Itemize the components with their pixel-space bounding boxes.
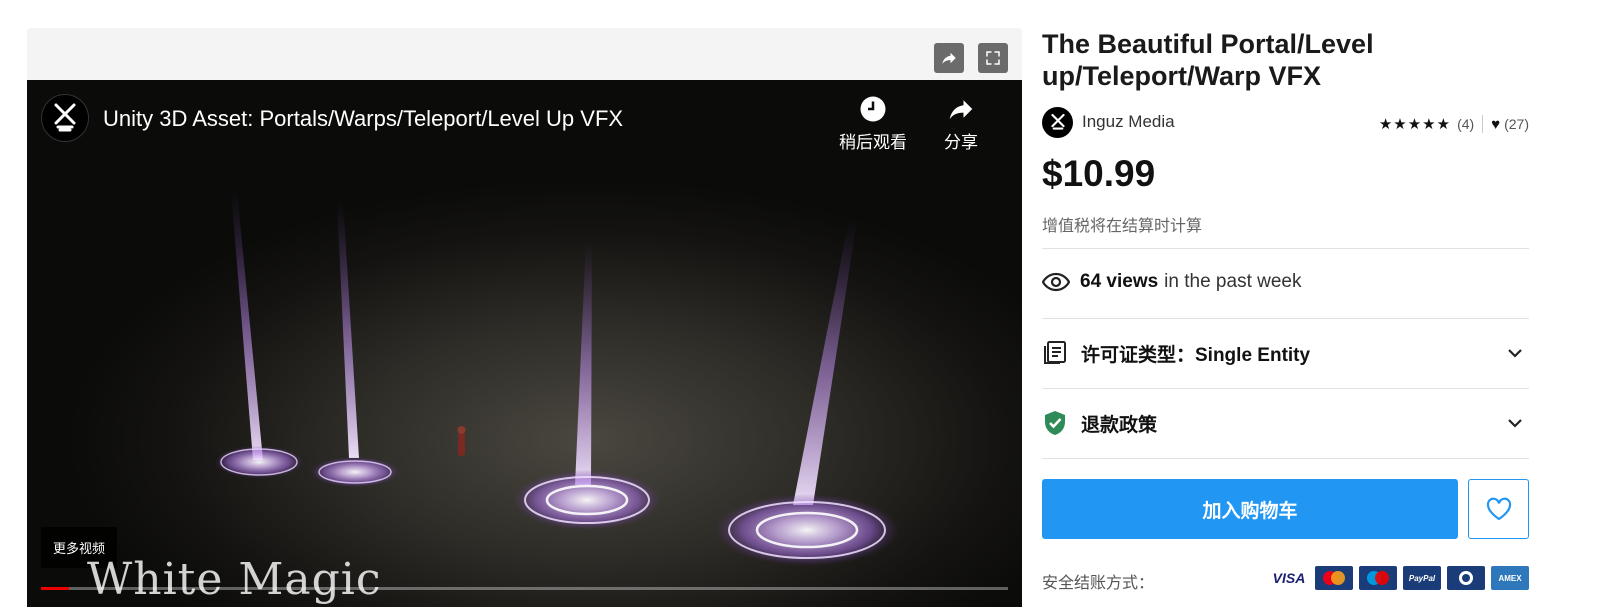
seller-name[interactable]: Inguz Media: [1082, 112, 1175, 132]
divider: [1042, 318, 1529, 319]
diners-logo: [1447, 566, 1485, 590]
character-figure: [458, 432, 465, 456]
portal-beam: [337, 200, 359, 458]
tax-note: 增值税将在结算时计算: [1042, 218, 1203, 235]
inguz-logo-icon: [54, 103, 76, 132]
secure-checkout-row: 安全结账方式： VISA PayPal AMEX: [1042, 566, 1529, 592]
divider: [1042, 248, 1529, 249]
rating-divider: [1482, 115, 1484, 133]
video-frame-scene: [215, 190, 899, 566]
license-type-label: 许可证类型：Single Entity: [1081, 344, 1311, 366]
rating-count: (4): [1457, 116, 1475, 132]
video-progress-fill: [41, 587, 69, 590]
chevron-down-icon: [1508, 349, 1522, 358]
maestro-logo: [1359, 566, 1397, 590]
visa-logo: VISA: [1269, 566, 1309, 590]
product-title: The Beautiful Portal/Level up/Teleport/W…: [1042, 29, 1374, 91]
views-count: 64 views: [1080, 271, 1159, 292]
inguz-logo-icon: [1050, 113, 1065, 130]
character-head: [457, 426, 466, 434]
price: $10.99: [1042, 153, 1156, 194]
watch-later-label: 稍后观看: [839, 133, 907, 152]
portal-beam: [793, 220, 857, 505]
video-share-button[interactable]: 分享: [944, 94, 978, 153]
video-title[interactable]: Unity 3D Asset: Portals/Warps/Teleport/L…: [103, 106, 623, 132]
portal-ring: [215, 446, 303, 478]
seller-row: Inguz Media ★★★★★ (4) ♥ (27): [1042, 107, 1529, 139]
diners-icon: [1459, 571, 1473, 585]
portal-ring: [513, 470, 661, 530]
license-type-accordion[interactable]: 许可证类型：Single Entity: [1042, 333, 1529, 373]
refund-policy-accordion[interactable]: 退款政策: [1042, 403, 1529, 443]
paypal-logo: PayPal: [1403, 566, 1441, 590]
divider: [1042, 388, 1529, 389]
share-icon: [949, 100, 973, 119]
video-progress-bar[interactable]: [41, 587, 1008, 590]
media-viewer: Unity 3D Asset: Portals/Warps/Teleport/L…: [27, 28, 1022, 607]
secure-checkout-label: 安全结账方式：: [1042, 575, 1155, 592]
license-document-icon: [1044, 341, 1066, 364]
portal-beam: [575, 240, 592, 485]
fullscreen-icon: [986, 51, 1000, 65]
seller-avatar[interactable]: [1042, 107, 1073, 138]
add-to-cart-button[interactable]: 加入购物车: [1042, 479, 1458, 539]
add-to-wishlist-button[interactable]: [1468, 479, 1529, 539]
video-watermark: White Magic: [87, 554, 382, 605]
views-suffix: in the past week: [1164, 271, 1302, 292]
heart-icon: ♥: [1491, 115, 1501, 133]
share-icon: [942, 52, 956, 64]
heart-outline-icon: [1486, 497, 1511, 521]
payment-methods: VISA PayPal AMEX: [1269, 566, 1529, 590]
video-player[interactable]: Unity 3D Asset: Portals/Warps/Teleport/L…: [27, 80, 1022, 607]
portal-ring: [715, 494, 899, 566]
divider: [1042, 458, 1529, 459]
share-label: 分享: [944, 133, 978, 152]
mastercard-logo: [1315, 566, 1353, 590]
clock-icon: [860, 96, 886, 122]
product-panel: The Beautiful Portal/Level up/Teleport/W…: [1042, 28, 1529, 607]
rating-stars: ★★★★★: [1378, 116, 1452, 133]
channel-logo[interactable]: [41, 94, 89, 142]
rating-summary[interactable]: ★★★★★ (4) ♥ (27): [1379, 115, 1529, 133]
chevron-down-icon: [1508, 419, 1522, 428]
eye-icon: [1042, 272, 1070, 292]
shield-check-icon: [1045, 411, 1065, 435]
portal-beam: [231, 190, 263, 460]
share-media-button[interactable]: [934, 43, 964, 73]
refund-policy-label: 退款政策: [1081, 414, 1158, 436]
amex-logo: AMEX: [1491, 566, 1529, 590]
watch-later-button[interactable]: 稍后观看: [839, 94, 907, 153]
favorites-count: (27): [1504, 116, 1529, 132]
weekly-views: 64 views in the past week: [1042, 271, 1301, 293]
media-toolbar: [934, 43, 1008, 73]
fullscreen-button[interactable]: [978, 43, 1008, 73]
